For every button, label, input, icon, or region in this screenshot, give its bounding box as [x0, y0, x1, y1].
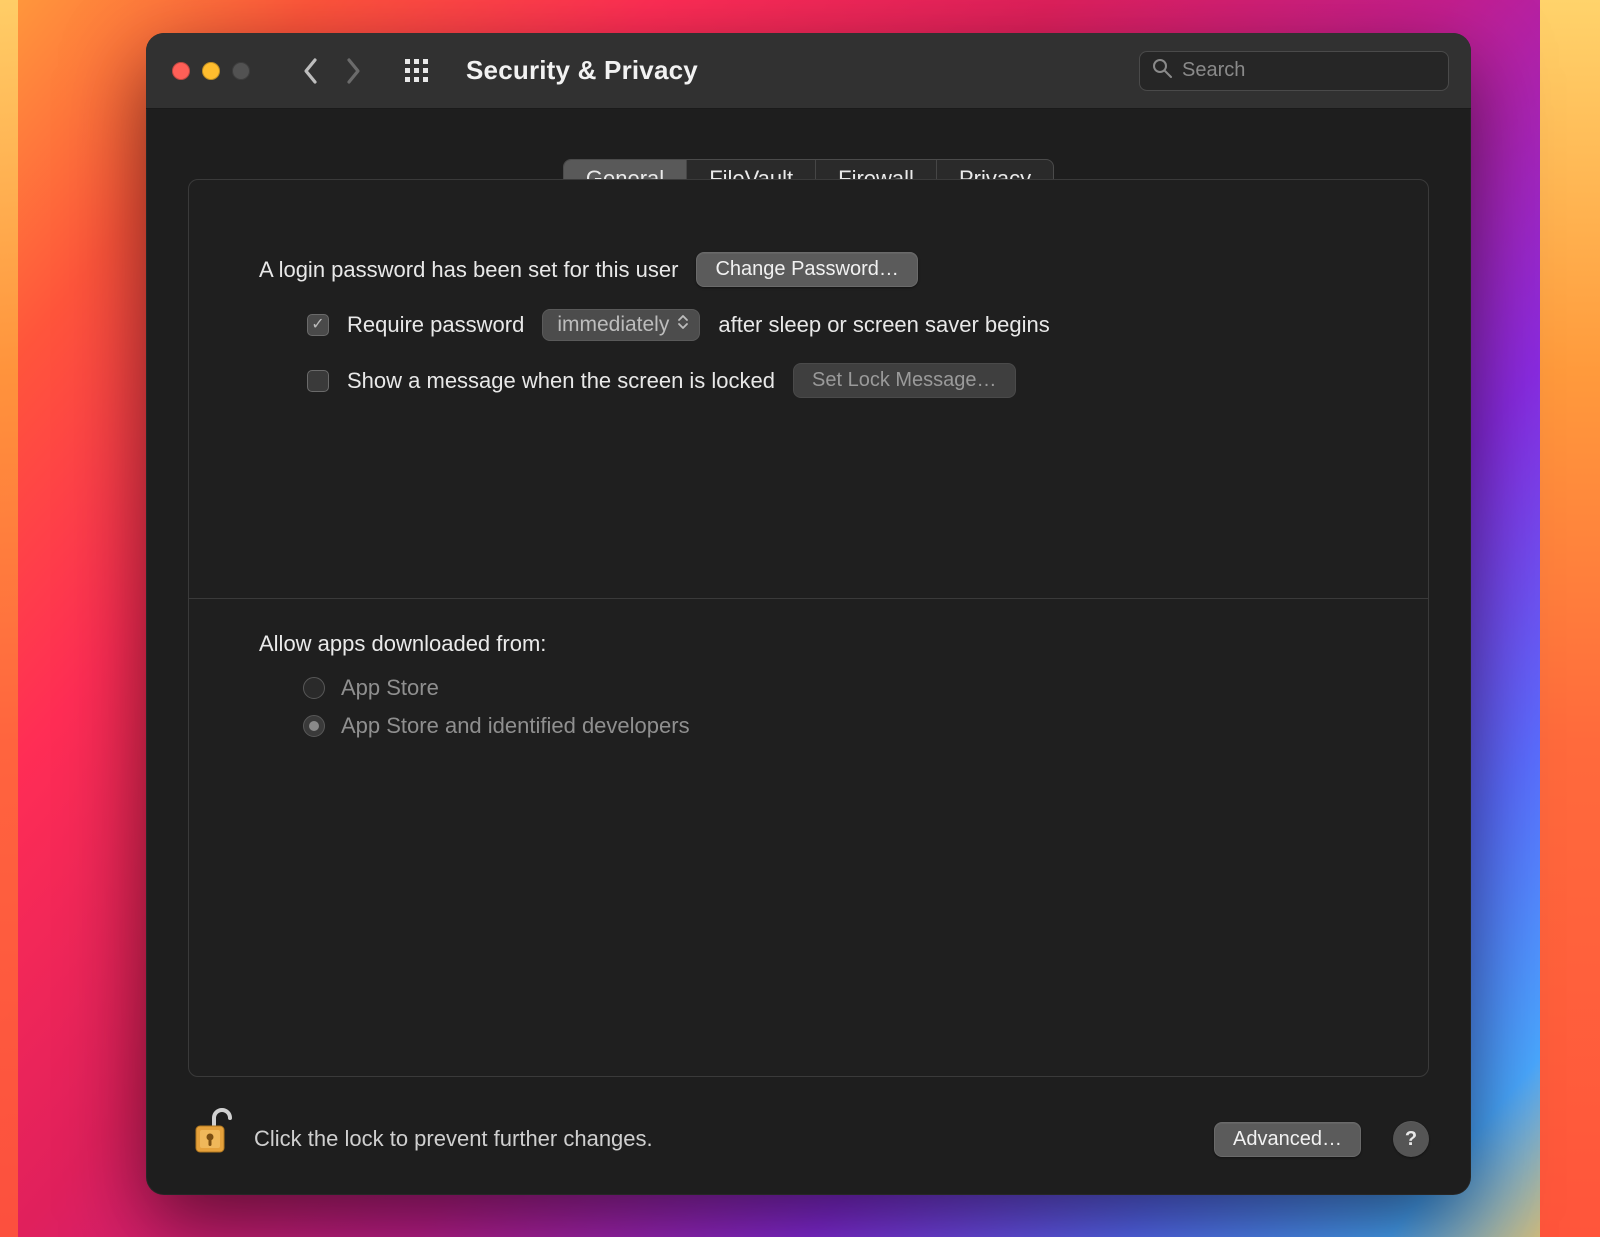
allow-apps-radio-identified-developers [303, 715, 325, 737]
advanced-button[interactable]: Advanced… [1214, 1122, 1361, 1157]
require-password-label-before: Require password [347, 312, 524, 338]
traffic-lights [172, 62, 250, 80]
help-button[interactable]: ? [1393, 1121, 1429, 1157]
forward-button[interactable] [344, 57, 362, 85]
allow-apps-label-identified-developers: App Store and identified developers [341, 713, 690, 739]
allow-apps-radio-app-store [303, 677, 325, 699]
close-window-button[interactable] [172, 62, 190, 80]
lock-message-checkbox[interactable] [307, 370, 329, 392]
login-password-row: A login password has been set for this u… [259, 252, 1358, 287]
search-input[interactable] [1182, 59, 1447, 82]
lock-button[interactable] [188, 1115, 236, 1163]
allow-apps-option-app-store: App Store [303, 675, 1358, 701]
zoom-window-button[interactable] [232, 62, 250, 80]
show-all-button[interactable] [404, 58, 430, 84]
require-password-delay-select[interactable]: immediately [542, 309, 700, 341]
require-password-label-after: after sleep or screen saver begins [718, 312, 1049, 338]
general-panel: A login password has been set for this u… [188, 179, 1429, 1077]
login-password-text: A login password has been set for this u… [259, 257, 678, 283]
nav-arrows [302, 57, 362, 85]
desktop-background-stripe-left [0, 0, 18, 1237]
set-lock-message-button: Set Lock Message… [793, 363, 1016, 398]
allow-apps-option-identified-developers: App Store and identified developers [303, 713, 1358, 739]
allow-apps-title: Allow apps downloaded from: [259, 631, 1358, 657]
require-password-delay-value: immediately [557, 313, 669, 336]
minimize-window-button[interactable] [202, 62, 220, 80]
lock-message-row: Show a message when the screen is locked… [307, 363, 1358, 398]
section-divider [189, 598, 1428, 599]
footer: Click the lock to prevent further change… [146, 1099, 1471, 1195]
require-password-checkbox[interactable] [307, 314, 329, 336]
search-field[interactable] [1139, 51, 1449, 91]
titlebar: Security & Privacy [146, 33, 1471, 109]
require-password-row: Require password immediately after sleep… [307, 309, 1358, 341]
desktop-background-stripe-right [1540, 0, 1600, 1237]
lock-message-label: Show a message when the screen is locked [347, 368, 775, 394]
lock-open-icon [190, 1106, 234, 1163]
window-title: Security & Privacy [466, 55, 698, 86]
window-body: General FileVault Firewall Privacy A log… [146, 109, 1471, 1099]
search-icon [1152, 58, 1172, 83]
change-password-button[interactable]: Change Password… [696, 252, 917, 287]
allow-apps-label-app-store: App Store [341, 675, 439, 701]
lock-help-text: Click the lock to prevent further change… [254, 1126, 653, 1152]
preferences-window: Security & Privacy General FileVault Fir… [146, 33, 1471, 1195]
updown-icon [677, 313, 689, 337]
back-button[interactable] [302, 57, 320, 85]
